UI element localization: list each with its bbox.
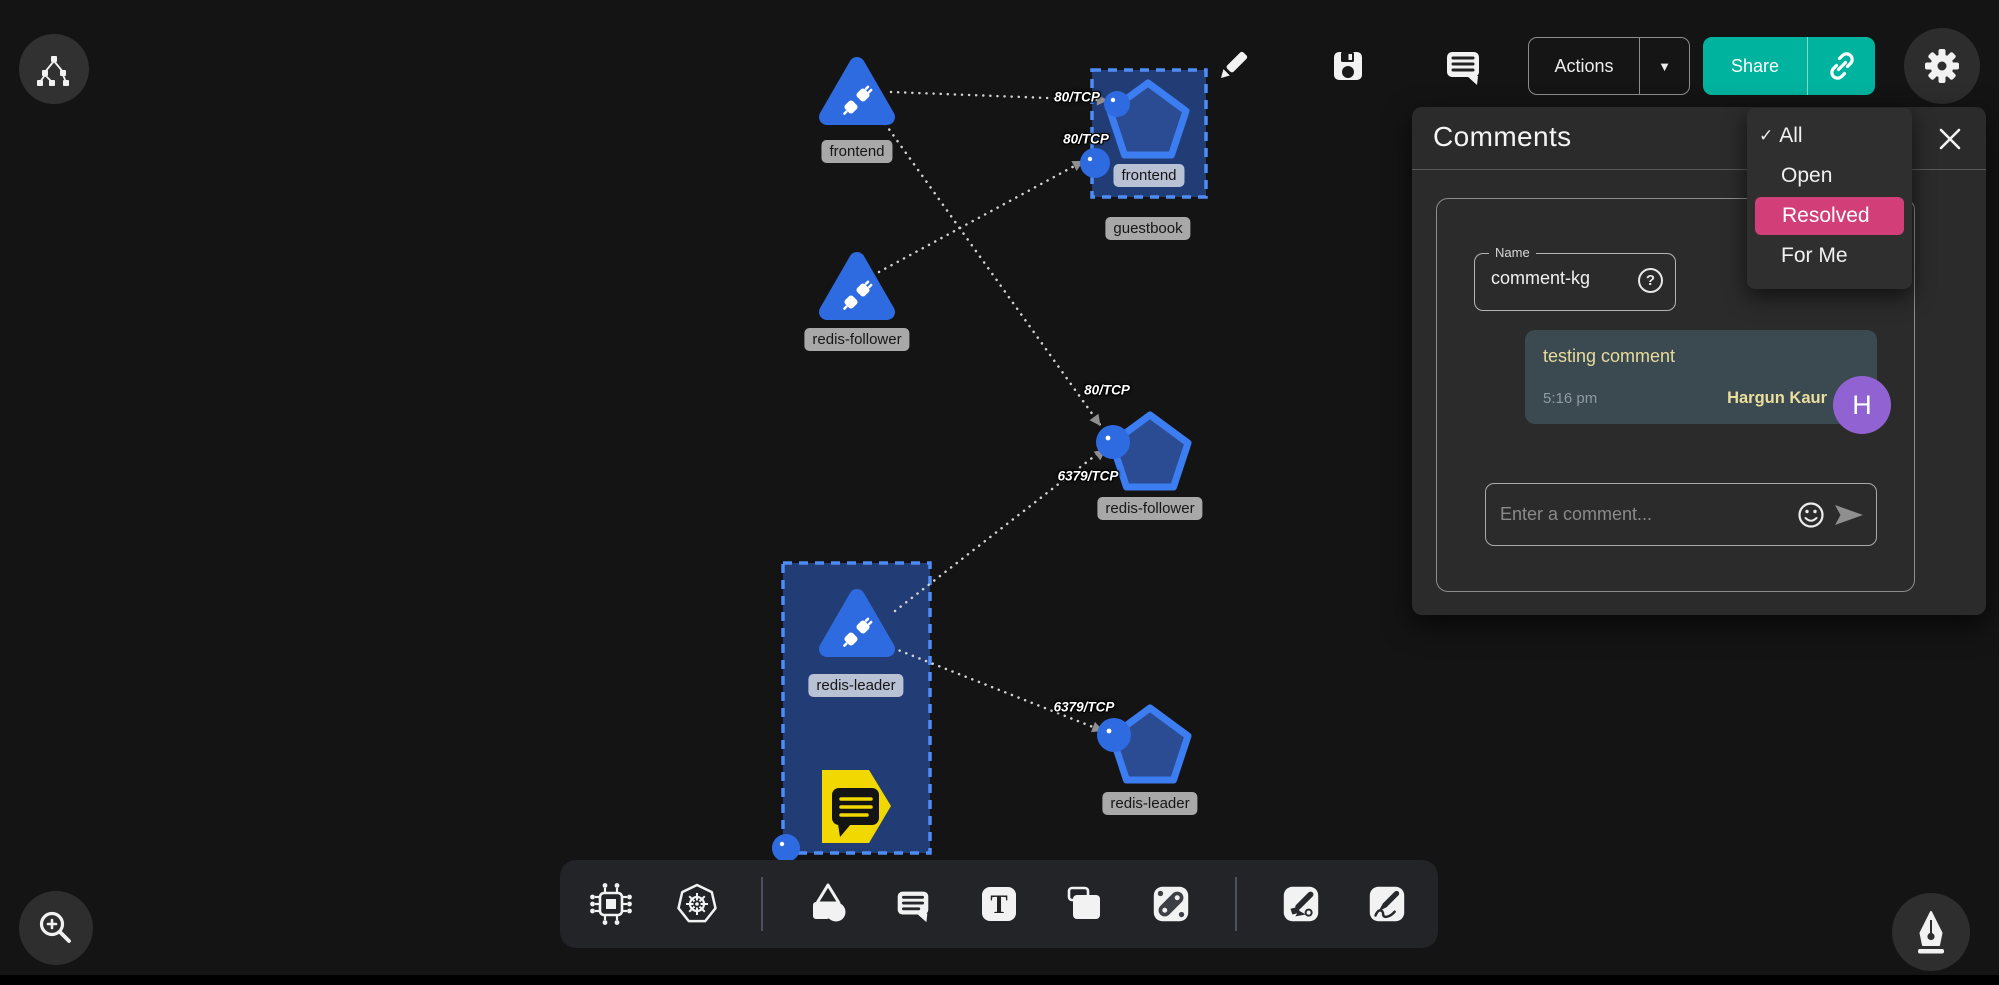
kubernetes-tool[interactable] — [675, 882, 719, 926]
components-tool[interactable] — [589, 882, 633, 926]
filter-option-label: For Me — [1781, 244, 1848, 268]
node-label-redis-follower-pentagon[interactable]: redis-follower — [1097, 497, 1202, 520]
edge-port-label: 80/TCP — [1063, 132, 1109, 147]
actions-button-label[interactable]: Actions — [1529, 38, 1639, 94]
comments-panel-title: Comments — [1433, 121, 1572, 153]
note-tool[interactable] — [1063, 882, 1107, 926]
comment-text: testing comment — [1543, 346, 1859, 367]
close-icon — [1938, 127, 1962, 151]
pen-tool[interactable] — [1279, 882, 1323, 926]
edge-redisfollower-guestbook[interactable] — [879, 164, 1078, 272]
comment-input[interactable] — [1500, 504, 1788, 525]
share-button[interactable]: Share — [1703, 37, 1875, 95]
filter-option-label: Open — [1781, 164, 1832, 188]
comment-bubble-icon — [1442, 45, 1484, 87]
close-comments-button[interactable] — [1936, 125, 1964, 153]
shapes-icon — [805, 882, 849, 926]
name-field-label: Name — [1489, 245, 1536, 260]
zoom-in-icon — [36, 908, 76, 948]
name-input[interactable] — [1491, 268, 1621, 289]
node-label-frontend-pentagon[interactable]: frontend — [1113, 164, 1184, 187]
note-icon — [1063, 882, 1107, 926]
send-icon — [1834, 504, 1864, 526]
filter-option-all[interactable]: ✓ All — [1747, 116, 1912, 156]
freehand-draw-tool[interactable] — [1365, 882, 1409, 926]
svg-text:T: T — [990, 890, 1007, 919]
comment-tool-icon — [891, 881, 935, 927]
tools-toolbar: T — [560, 860, 1438, 948]
comment-message: testing comment 5:16 pm Hargun Kaur — [1525, 330, 1877, 424]
pencil-squiggle-icon — [1365, 881, 1409, 927]
save-button[interactable] — [1326, 44, 1370, 88]
pen-arrow-icon — [1279, 881, 1323, 927]
bottom-edge — [0, 975, 1999, 985]
design-tool-button[interactable] — [1892, 893, 1970, 971]
actions-dropdown-toggle[interactable]: ▼ — [1639, 38, 1689, 94]
node-redis-follower-triangle[interactable] — [827, 260, 887, 313]
pen-nib-icon — [1908, 909, 1954, 955]
edge-port-label: 6379/TCP — [1058, 469, 1119, 484]
comment-input-container — [1485, 483, 1877, 546]
node-label-redis-leader[interactable]: redis-leader — [808, 674, 903, 697]
node-label-guestbook[interactable]: guestbook — [1105, 217, 1190, 240]
share-button-label[interactable]: Share — [1703, 37, 1807, 95]
kanvas-app: frontend frontend guestbook redis-follow… — [0, 0, 1999, 985]
edge-connector-icon — [1149, 881, 1193, 927]
actions-button[interactable]: Actions ▼ — [1528, 37, 1690, 95]
pencil-icon — [1213, 46, 1253, 86]
kubernetes-icon — [675, 882, 719, 926]
zoom-button[interactable] — [19, 891, 93, 965]
link-icon — [1825, 49, 1859, 83]
edit-mode-button[interactable] — [1211, 44, 1255, 88]
edge-port-label: 6379/TCP — [1054, 700, 1115, 715]
hierarchy-tree-icon — [34, 49, 74, 89]
filter-option-open[interactable]: Open — [1747, 156, 1912, 196]
comment-name-field: Name ? — [1474, 253, 1676, 311]
toolbar-divider — [1235, 877, 1237, 931]
filter-option-label: All — [1779, 124, 1802, 148]
edge-port-label: 80/TCP — [1054, 90, 1100, 105]
avatar: H — [1833, 376, 1891, 434]
copy-link-button[interactable] — [1807, 37, 1875, 95]
check-icon: ✓ — [1759, 126, 1773, 146]
filter-option-resolved[interactable]: Resolved — [1755, 197, 1904, 235]
settings-button[interactable] — [1904, 28, 1980, 104]
edge-tool[interactable] — [1149, 882, 1193, 926]
node-label-redis-follower[interactable]: redis-follower — [804, 328, 909, 351]
chevron-down-icon: ▼ — [1658, 59, 1671, 74]
shapes-tool[interactable] — [805, 882, 849, 926]
hierarchy-view-button[interactable] — [19, 34, 89, 104]
comment-timestamp: 5:16 pm — [1543, 390, 1597, 407]
emoji-picker-button[interactable] — [1796, 500, 1826, 530]
chip-icon — [589, 882, 633, 926]
smiley-icon — [1797, 501, 1825, 529]
text-tool-icon: T — [977, 882, 1021, 926]
node-frontend-triangle[interactable] — [827, 65, 887, 118]
help-icon[interactable]: ? — [1638, 268, 1663, 293]
save-icon — [1328, 46, 1368, 86]
edge-port-label: 80/TCP — [1084, 383, 1130, 398]
node-label-frontend[interactable]: frontend — [821, 140, 892, 163]
comments-filter-menu: ✓ All Open Resolved For Me — [1747, 108, 1912, 289]
toolbar-divider — [761, 877, 763, 931]
text-tool[interactable]: T — [977, 882, 1021, 926]
comment-author: Hargun Kaur — [1727, 389, 1827, 408]
gear-icon — [1920, 44, 1964, 88]
send-comment-button[interactable] — [1834, 500, 1864, 530]
filter-option-for-me[interactable]: For Me — [1747, 236, 1912, 276]
filter-option-label: Resolved — [1782, 204, 1870, 228]
comments-toggle-button[interactable] — [1441, 44, 1485, 88]
edge-frontend-redisfollower[interactable] — [881, 118, 1103, 429]
comment-tool[interactable] — [891, 882, 935, 926]
node-label-redis-leader-pentagon[interactable]: redis-leader — [1102, 792, 1197, 815]
